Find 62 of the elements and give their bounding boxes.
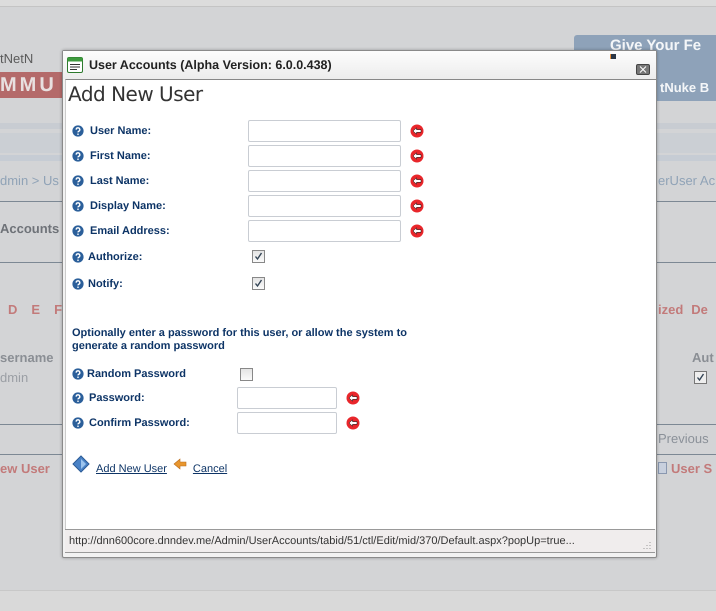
checkbox[interactable] [252, 250, 265, 263]
help-icon[interactable] [72, 174, 84, 186]
diamond-icon [72, 455, 90, 473]
help-icon[interactable] [72, 392, 84, 404]
logo-text: tNetN [0, 51, 34, 66]
breadcrumb: erUser Ac [658, 172, 716, 188]
status-url: http://dnn600core.dnndev.me/Admin/UserAccounts/tabid/51/ctl/Edit/mid/370/Default.aspx?popUp=true... [69, 535, 575, 547]
action-link[interactable]: User S [671, 460, 712, 476]
window-title: User Accounts (Alpha Version: 6.0.0.438) [89, 58, 332, 72]
help-icon[interactable] [72, 278, 84, 290]
text-input[interactable] [248, 120, 401, 142]
text-input[interactable] [248, 144, 401, 166]
help-icon[interactable] [72, 150, 84, 162]
letter-filter[interactable]: F [54, 302, 62, 316]
breadcrumb: dmin > Us [0, 172, 59, 188]
back-arrow-icon [172, 458, 187, 470]
page-heading: Accounts [0, 220, 60, 236]
text-input[interactable] [248, 194, 401, 216]
password-note: Optionally enter a password for this user, or allow the system to generate a random password [72, 327, 408, 353]
field-label: Authorize: [88, 250, 142, 262]
help-icon[interactable] [72, 200, 84, 212]
column-header: Aut [692, 350, 714, 364]
help-icon[interactable] [72, 368, 84, 380]
table-cell: dmin [0, 370, 28, 384]
window-list-icon [67, 57, 83, 73]
checkbox[interactable] [240, 368, 253, 380]
text-input[interactable] [248, 170, 401, 192]
letter-filter[interactable]: D [8, 302, 18, 316]
filter-link[interactable]: De [691, 302, 708, 316]
field-label: Last Name: [90, 174, 150, 186]
action-link[interactable]: Cancel [192, 463, 228, 475]
field-label: User Name: [90, 124, 152, 136]
field-label: Display Name: [90, 200, 166, 212]
document-icon [658, 462, 667, 474]
help-icon[interactable] [72, 250, 84, 262]
text-input[interactable] [237, 412, 337, 434]
help-icon[interactable] [72, 124, 84, 136]
banner-text: Give Your Fe [609, 37, 702, 54]
close-button[interactable] [636, 64, 650, 75]
restore-icon[interactable] [610, 54, 616, 59]
text-input[interactable] [237, 386, 337, 408]
checkbox[interactable] [252, 277, 265, 290]
field-label: Notify: [88, 278, 123, 290]
logo-band: MMU [0, 72, 62, 98]
checkbox[interactable] [694, 370, 707, 384]
help-icon[interactable] [72, 416, 84, 428]
column-header: sername [0, 350, 54, 364]
field-label: Password: [89, 392, 145, 404]
field-label: First Name: [90, 150, 151, 162]
field-label: Random Password [87, 368, 186, 380]
pager-link[interactable]: Previous [658, 430, 709, 446]
form-heading: Add New User [68, 82, 204, 106]
action-link[interactable]: Add New User [96, 463, 167, 475]
banner-text: tNuke B [659, 80, 710, 95]
letter-filter[interactable]: E [31, 302, 40, 316]
filter-link[interactable]: ized [658, 302, 684, 316]
text-input[interactable] [248, 220, 401, 242]
field-label: Confirm Password: [89, 416, 190, 428]
action-link[interactable]: ew User [0, 460, 50, 476]
resize-grip-icon[interactable] [643, 541, 651, 549]
help-icon[interactable] [72, 224, 84, 236]
field-label: Email Address: [90, 224, 170, 236]
